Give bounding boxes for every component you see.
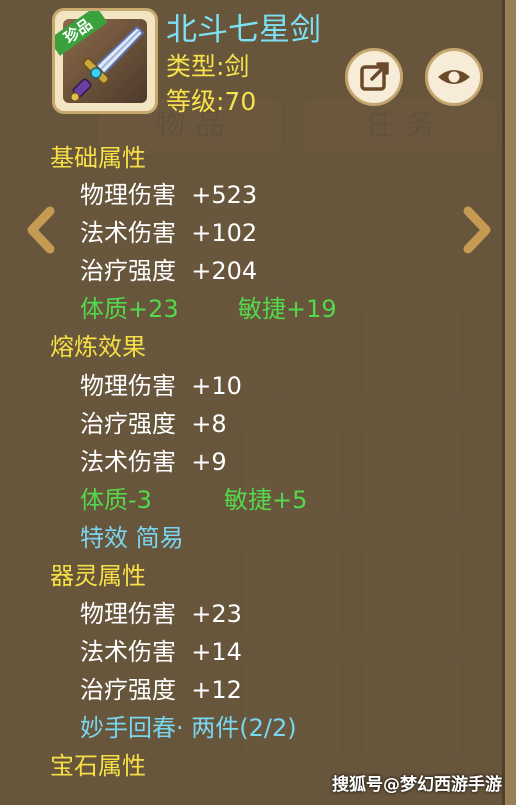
share-icon [360, 62, 389, 91]
stat-row: 治疗强度 +204 [80, 251, 257, 286]
stat-row: 物理伤害 +10 [80, 366, 242, 401]
watermark: 搜狐号@梦幻西游手游 [332, 775, 502, 795]
stat-name: 物理伤害 [80, 181, 176, 209]
stat-name: 治疗强度 [80, 410, 176, 438]
section-title-gem: 宝石属性 [50, 752, 146, 780]
stat-name: 法术伤害 [80, 219, 176, 247]
stat-value: +23 [191, 600, 242, 628]
bonus-constitution: 体质+23 [80, 295, 179, 323]
eye-icon [438, 70, 470, 84]
stat-name: 治疗强度 [80, 676, 176, 704]
stat-value: +10 [191, 372, 242, 400]
stat-row: 物理伤害 +523 [80, 175, 257, 210]
stat-value: +523 [191, 181, 258, 209]
stat-row: 物理伤害 +23 [80, 594, 242, 629]
next-arrow-icon[interactable] [460, 205, 494, 255]
set-bonus: 妙手回春· 两件(2/2) [80, 714, 297, 742]
stat-row: 法术伤害 +9 [80, 442, 227, 477]
stat-value: +102 [191, 219, 258, 247]
item-name: 北斗七星剑 [166, 12, 321, 48]
stat-value: +204 [191, 257, 258, 285]
stat-row: 法术伤害 +102 [80, 213, 257, 248]
section-title-basic: 基础属性 [50, 144, 146, 172]
section-title-spirit: 器灵属性 [50, 562, 146, 590]
stat-name: 治疗强度 [80, 257, 176, 285]
stat-value: +9 [191, 448, 227, 476]
stat-row: 治疗强度 +12 [80, 670, 242, 705]
stat-name: 法术伤害 [80, 638, 176, 666]
item-level: 等级:70 [166, 87, 257, 116]
bonus-agility: 敏捷+19 [238, 295, 337, 323]
item-icon-frame: 珍品 [52, 8, 158, 114]
stat-value: +14 [191, 638, 242, 666]
prev-arrow-icon[interactable] [24, 205, 58, 255]
bonus-constitution: 体质-3 [80, 486, 152, 514]
stat-row: 法术伤害 +14 [80, 632, 242, 667]
share-button[interactable] [345, 48, 403, 106]
item-type: 类型:剑 [166, 52, 250, 81]
bonus-agility: 敏捷+5 [224, 486, 308, 514]
stat-value: +12 [191, 676, 242, 704]
stat-name: 物理伤害 [80, 600, 176, 628]
stat-name: 法术伤害 [80, 448, 176, 476]
stat-row: 治疗强度 +8 [80, 404, 227, 439]
special-effect: 特效 简易 [80, 524, 184, 552]
section-title-smelt: 熔炼效果 [50, 333, 146, 361]
item-tooltip-panel [0, 0, 505, 805]
stat-value: +8 [191, 410, 227, 438]
stat-name: 物理伤害 [80, 372, 176, 400]
view-button[interactable] [425, 48, 483, 106]
